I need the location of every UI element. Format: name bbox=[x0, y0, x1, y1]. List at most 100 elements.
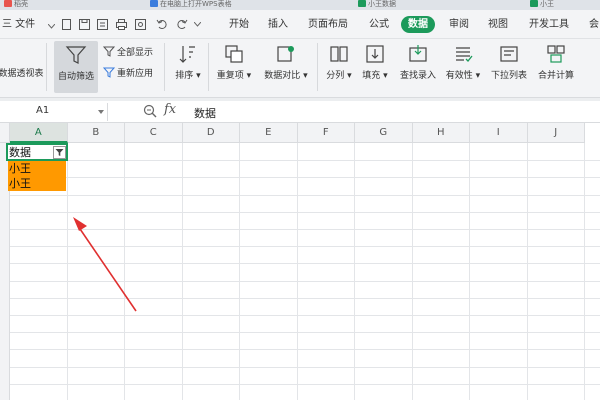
dropdown-list-button[interactable]: 下拉列表 bbox=[488, 43, 530, 81]
gridline-vertical bbox=[181, 143, 183, 400]
validity-icon bbox=[456, 47, 473, 62]
column-header-b[interactable]: B bbox=[67, 123, 125, 143]
gridline-horizontal bbox=[10, 177, 600, 179]
gridline-horizontal bbox=[10, 280, 600, 282]
gridline-horizontal bbox=[10, 160, 600, 162]
column-header-e[interactable]: E bbox=[240, 123, 298, 143]
spreadsheet-grid[interactable]: ABCDEFGHIJ 数据 小王 小王 bbox=[0, 123, 600, 400]
consolidate-icon bbox=[547, 45, 565, 63]
browser-tab-strip: 稻壳 在电脑上打开WPS表格 小王数据 小王 bbox=[0, 0, 600, 10]
duplicates-icon bbox=[225, 45, 243, 63]
document-tab[interactable]: 在电脑上打开WPS表格 bbox=[148, 0, 348, 10]
validity-button[interactable]: 有效性 ▾ bbox=[442, 43, 484, 81]
tab-member[interactable]: 会 bbox=[589, 16, 599, 33]
ribbon-separator bbox=[46, 43, 47, 91]
gridline-horizontal bbox=[10, 297, 600, 299]
gridline-horizontal bbox=[10, 211, 600, 213]
sheet-icon bbox=[530, 0, 538, 7]
select-all-corner[interactable] bbox=[0, 123, 10, 143]
split-icon bbox=[330, 46, 348, 62]
tab-insert[interactable]: 插入 bbox=[268, 16, 288, 33]
gridline-horizontal bbox=[10, 229, 600, 230]
filter-funnel-icon bbox=[55, 149, 64, 156]
formula-bar: A1 fx 数据 bbox=[0, 101, 600, 123]
ribbon-separator bbox=[208, 43, 209, 91]
redo-icon[interactable] bbox=[175, 18, 188, 31]
gridline-vertical bbox=[66, 143, 68, 400]
menu-bar: 三 文件 开始 插入 页面布局 公式 数据 审阅 视图 开发工具 会 bbox=[0, 10, 600, 39]
reapply-button[interactable]: 重新应用 bbox=[102, 66, 153, 79]
tab-data[interactable]: 数据 bbox=[401, 16, 435, 33]
sheet-icon bbox=[358, 0, 366, 7]
save-icon[interactable] bbox=[78, 18, 91, 31]
column-header-a[interactable]: A bbox=[10, 123, 68, 143]
chevron-down-icon[interactable] bbox=[98, 110, 104, 114]
gridline-horizontal bbox=[10, 194, 600, 196]
gridline-vertical bbox=[124, 143, 125, 400]
document-tab[interactable]: 小王 bbox=[528, 0, 600, 10]
column-header-i[interactable]: I bbox=[470, 123, 528, 143]
tab-review[interactable]: 审阅 bbox=[449, 16, 469, 33]
tab-page-layout[interactable]: 页面布局 bbox=[308, 16, 348, 33]
formula-input[interactable]: 数据 bbox=[194, 105, 216, 121]
gridline-horizontal bbox=[10, 263, 600, 265]
gridline-horizontal bbox=[10, 366, 600, 368]
column-header-f[interactable]: F bbox=[297, 123, 355, 143]
gridline-horizontal bbox=[10, 383, 600, 385]
fx-icon[interactable]: fx bbox=[164, 102, 176, 117]
sort-button[interactable]: 排序 ▾ bbox=[170, 43, 206, 81]
column-header-c[interactable]: C bbox=[125, 123, 183, 143]
consolidate-button[interactable]: 合并计算 bbox=[534, 43, 578, 81]
pivot-table-button[interactable]: 数据透视表 bbox=[0, 63, 46, 79]
tab-home[interactable]: 开始 bbox=[229, 16, 249, 33]
gridline-vertical bbox=[584, 143, 585, 400]
tab-view[interactable]: 视图 bbox=[488, 16, 508, 33]
chevron-down-icon[interactable] bbox=[194, 22, 201, 27]
show-all-button[interactable]: 全部显示 bbox=[102, 45, 153, 58]
gridline-horizontal bbox=[10, 246, 600, 248]
gridline-vertical bbox=[239, 143, 240, 400]
file-menu-button[interactable]: 三 文件 bbox=[2, 16, 35, 33]
gridline-horizontal bbox=[10, 332, 600, 334]
print-preview-icon[interactable] bbox=[96, 18, 109, 31]
name-box[interactable]: A1 bbox=[0, 103, 108, 121]
docer-icon bbox=[4, 0, 12, 7]
compare-icon bbox=[277, 46, 294, 62]
filter-dropdown-button[interactable] bbox=[53, 146, 66, 159]
undo-icon[interactable] bbox=[156, 18, 169, 31]
ribbon-data: 数据透视表 自动筛选 全部显示 重新应用 排序 ▾ 重复项 ▾ 数据对比 ▾ 分… bbox=[0, 39, 600, 98]
funnel-refresh-icon bbox=[102, 67, 116, 78]
tab-formulas[interactable]: 公式 bbox=[369, 16, 389, 33]
lookup-entry-button[interactable]: 查找录入 bbox=[394, 43, 442, 81]
cell-a3[interactable]: 小王 bbox=[8, 176, 66, 191]
column-header-j[interactable]: J bbox=[527, 123, 585, 143]
zoom-icon[interactable] bbox=[143, 104, 157, 118]
funnel-icon bbox=[102, 46, 116, 57]
duplicates-button[interactable]: 重复项 ▾ bbox=[213, 43, 255, 81]
document-tab[interactable]: 稻壳 bbox=[2, 0, 92, 10]
ribbon-separator bbox=[164, 43, 165, 91]
tab-developer[interactable]: 开发工具 bbox=[529, 16, 569, 33]
auto-filter-button[interactable]: 自动筛选 bbox=[54, 41, 98, 93]
cell-a2[interactable]: 小王 bbox=[8, 161, 66, 176]
gridline-horizontal bbox=[10, 315, 600, 316]
chevron-down-icon[interactable] bbox=[48, 24, 55, 29]
fill-button[interactable]: 填充 ▾ bbox=[358, 43, 392, 81]
gridline-vertical bbox=[411, 143, 413, 400]
gridline-vertical bbox=[526, 143, 528, 400]
format-painter-icon[interactable] bbox=[134, 18, 147, 31]
column-header-h[interactable]: H bbox=[412, 123, 470, 143]
split-column-button[interactable]: 分列 ▾ bbox=[322, 43, 356, 81]
gridline-horizontal bbox=[10, 349, 600, 351]
data-compare-button[interactable]: 数据对比 ▾ bbox=[259, 43, 313, 81]
sort-icon bbox=[179, 46, 195, 63]
column-header-d[interactable]: D bbox=[182, 123, 240, 143]
lookup-icon bbox=[409, 45, 427, 62]
fill-down-icon bbox=[366, 45, 384, 63]
column-header-g[interactable]: G bbox=[355, 123, 413, 143]
print-icon[interactable] bbox=[115, 18, 128, 31]
doc-icon bbox=[150, 0, 158, 7]
gridline-vertical bbox=[469, 143, 470, 400]
new-file-icon[interactable] bbox=[60, 18, 73, 31]
document-tab[interactable]: 小王数据 bbox=[356, 0, 466, 10]
